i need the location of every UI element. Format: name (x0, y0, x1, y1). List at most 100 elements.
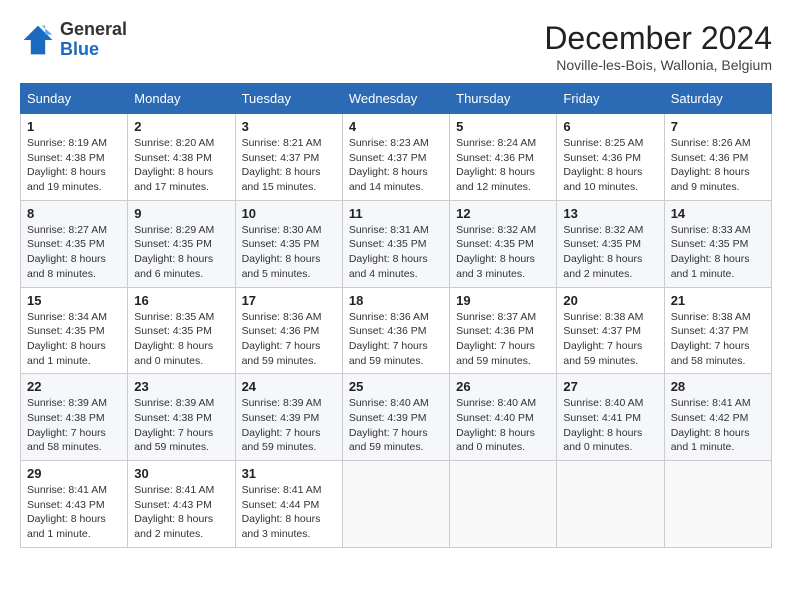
calendar-cell: 6 Sunrise: 8:25 AM Sunset: 4:36 PM Dayli… (557, 114, 664, 201)
day-info: Sunrise: 8:36 AM Sunset: 4:36 PM Dayligh… (242, 310, 336, 369)
calendar-cell: 27 Sunrise: 8:40 AM Sunset: 4:41 PM Dayl… (557, 374, 664, 461)
calendar-cell: 28 Sunrise: 8:41 AM Sunset: 4:42 PM Dayl… (664, 374, 771, 461)
calendar-cell: 8 Sunrise: 8:27 AM Sunset: 4:35 PM Dayli… (21, 200, 128, 287)
day-number: 13 (563, 206, 657, 221)
day-number: 28 (671, 379, 765, 394)
day-number: 20 (563, 293, 657, 308)
calendar-week-2: 8 Sunrise: 8:27 AM Sunset: 4:35 PM Dayli… (21, 200, 772, 287)
calendar-table: SundayMondayTuesdayWednesdayThursdayFrid… (20, 83, 772, 548)
day-info: Sunrise: 8:25 AM Sunset: 4:36 PM Dayligh… (563, 136, 657, 195)
calendar-cell: 23 Sunrise: 8:39 AM Sunset: 4:38 PM Dayl… (128, 374, 235, 461)
calendar-cell (664, 461, 771, 548)
day-number: 22 (27, 379, 121, 394)
day-number: 8 (27, 206, 121, 221)
day-info: Sunrise: 8:38 AM Sunset: 4:37 PM Dayligh… (563, 310, 657, 369)
day-number: 21 (671, 293, 765, 308)
calendar-cell: 15 Sunrise: 8:34 AM Sunset: 4:35 PM Dayl… (21, 287, 128, 374)
day-number: 14 (671, 206, 765, 221)
day-number: 18 (349, 293, 443, 308)
dow-header-thursday: Thursday (450, 84, 557, 114)
calendar-cell: 24 Sunrise: 8:39 AM Sunset: 4:39 PM Dayl… (235, 374, 342, 461)
calendar-cell: 13 Sunrise: 8:32 AM Sunset: 4:35 PM Dayl… (557, 200, 664, 287)
day-number: 5 (456, 119, 550, 134)
day-number: 15 (27, 293, 121, 308)
day-number: 23 (134, 379, 228, 394)
calendar-cell: 11 Sunrise: 8:31 AM Sunset: 4:35 PM Dayl… (342, 200, 449, 287)
dow-header-sunday: Sunday (21, 84, 128, 114)
day-info: Sunrise: 8:27 AM Sunset: 4:35 PM Dayligh… (27, 223, 121, 282)
calendar-cell: 2 Sunrise: 8:20 AM Sunset: 4:38 PM Dayli… (128, 114, 235, 201)
calendar-cell: 19 Sunrise: 8:37 AM Sunset: 4:36 PM Dayl… (450, 287, 557, 374)
day-number: 26 (456, 379, 550, 394)
day-info: Sunrise: 8:32 AM Sunset: 4:35 PM Dayligh… (563, 223, 657, 282)
day-info: Sunrise: 8:26 AM Sunset: 4:36 PM Dayligh… (671, 136, 765, 195)
calendar-cell: 10 Sunrise: 8:30 AM Sunset: 4:35 PM Dayl… (235, 200, 342, 287)
day-number: 11 (349, 206, 443, 221)
day-number: 29 (27, 466, 121, 481)
day-info: Sunrise: 8:29 AM Sunset: 4:35 PM Dayligh… (134, 223, 228, 282)
day-info: Sunrise: 8:32 AM Sunset: 4:35 PM Dayligh… (456, 223, 550, 282)
day-info: Sunrise: 8:19 AM Sunset: 4:38 PM Dayligh… (27, 136, 121, 195)
calendar-cell: 18 Sunrise: 8:36 AM Sunset: 4:36 PM Dayl… (342, 287, 449, 374)
day-info: Sunrise: 8:37 AM Sunset: 4:36 PM Dayligh… (456, 310, 550, 369)
calendar-cell: 17 Sunrise: 8:36 AM Sunset: 4:36 PM Dayl… (235, 287, 342, 374)
day-number: 19 (456, 293, 550, 308)
day-info: Sunrise: 8:39 AM Sunset: 4:38 PM Dayligh… (27, 396, 121, 455)
day-info: Sunrise: 8:21 AM Sunset: 4:37 PM Dayligh… (242, 136, 336, 195)
day-info: Sunrise: 8:30 AM Sunset: 4:35 PM Dayligh… (242, 223, 336, 282)
day-number: 27 (563, 379, 657, 394)
day-number: 10 (242, 206, 336, 221)
calendar-cell: 31 Sunrise: 8:41 AM Sunset: 4:44 PM Dayl… (235, 461, 342, 548)
calendar-cell: 30 Sunrise: 8:41 AM Sunset: 4:43 PM Dayl… (128, 461, 235, 548)
calendar-cell: 29 Sunrise: 8:41 AM Sunset: 4:43 PM Dayl… (21, 461, 128, 548)
dow-header-friday: Friday (557, 84, 664, 114)
logo-icon (20, 22, 56, 58)
calendar-cell: 7 Sunrise: 8:26 AM Sunset: 4:36 PM Dayli… (664, 114, 771, 201)
month-title: December 2024 (544, 20, 772, 57)
day-info: Sunrise: 8:41 AM Sunset: 4:42 PM Dayligh… (671, 396, 765, 455)
day-number: 2 (134, 119, 228, 134)
calendar-cell: 1 Sunrise: 8:19 AM Sunset: 4:38 PM Dayli… (21, 114, 128, 201)
day-info: Sunrise: 8:39 AM Sunset: 4:38 PM Dayligh… (134, 396, 228, 455)
day-number: 7 (671, 119, 765, 134)
logo-blue-text: Blue (60, 39, 99, 59)
calendar-week-1: 1 Sunrise: 8:19 AM Sunset: 4:38 PM Dayli… (21, 114, 772, 201)
day-info: Sunrise: 8:36 AM Sunset: 4:36 PM Dayligh… (349, 310, 443, 369)
day-info: Sunrise: 8:33 AM Sunset: 4:35 PM Dayligh… (671, 223, 765, 282)
calendar-cell: 9 Sunrise: 8:29 AM Sunset: 4:35 PM Dayli… (128, 200, 235, 287)
day-number: 4 (349, 119, 443, 134)
page-header: General Blue December 2024 Noville-les-B… (20, 20, 772, 73)
day-info: Sunrise: 8:40 AM Sunset: 4:41 PM Dayligh… (563, 396, 657, 455)
day-number: 31 (242, 466, 336, 481)
day-info: Sunrise: 8:40 AM Sunset: 4:39 PM Dayligh… (349, 396, 443, 455)
day-number: 12 (456, 206, 550, 221)
day-number: 24 (242, 379, 336, 394)
calendar-cell: 22 Sunrise: 8:39 AM Sunset: 4:38 PM Dayl… (21, 374, 128, 461)
day-number: 9 (134, 206, 228, 221)
day-number: 3 (242, 119, 336, 134)
logo-general-text: General (60, 19, 127, 39)
day-number: 6 (563, 119, 657, 134)
calendar-week-3: 15 Sunrise: 8:34 AM Sunset: 4:35 PM Dayl… (21, 287, 772, 374)
day-info: Sunrise: 8:41 AM Sunset: 4:43 PM Dayligh… (134, 483, 228, 542)
day-number: 16 (134, 293, 228, 308)
day-number: 30 (134, 466, 228, 481)
calendar-cell: 3 Sunrise: 8:21 AM Sunset: 4:37 PM Dayli… (235, 114, 342, 201)
day-info: Sunrise: 8:39 AM Sunset: 4:39 PM Dayligh… (242, 396, 336, 455)
dow-header-monday: Monday (128, 84, 235, 114)
calendar-week-4: 22 Sunrise: 8:39 AM Sunset: 4:38 PM Dayl… (21, 374, 772, 461)
calendar-week-5: 29 Sunrise: 8:41 AM Sunset: 4:43 PM Dayl… (21, 461, 772, 548)
day-info: Sunrise: 8:41 AM Sunset: 4:43 PM Dayligh… (27, 483, 121, 542)
day-info: Sunrise: 8:20 AM Sunset: 4:38 PM Dayligh… (134, 136, 228, 195)
calendar-cell: 25 Sunrise: 8:40 AM Sunset: 4:39 PM Dayl… (342, 374, 449, 461)
calendar-cell: 26 Sunrise: 8:40 AM Sunset: 4:40 PM Dayl… (450, 374, 557, 461)
day-info: Sunrise: 8:40 AM Sunset: 4:40 PM Dayligh… (456, 396, 550, 455)
dow-header-saturday: Saturday (664, 84, 771, 114)
logo: General Blue (20, 20, 127, 60)
calendar-cell: 20 Sunrise: 8:38 AM Sunset: 4:37 PM Dayl… (557, 287, 664, 374)
calendar-cell: 14 Sunrise: 8:33 AM Sunset: 4:35 PM Dayl… (664, 200, 771, 287)
calendar-cell (450, 461, 557, 548)
location-subtitle: Noville-les-Bois, Wallonia, Belgium (544, 57, 772, 73)
calendar-cell: 12 Sunrise: 8:32 AM Sunset: 4:35 PM Dayl… (450, 200, 557, 287)
calendar-cell: 5 Sunrise: 8:24 AM Sunset: 4:36 PM Dayli… (450, 114, 557, 201)
